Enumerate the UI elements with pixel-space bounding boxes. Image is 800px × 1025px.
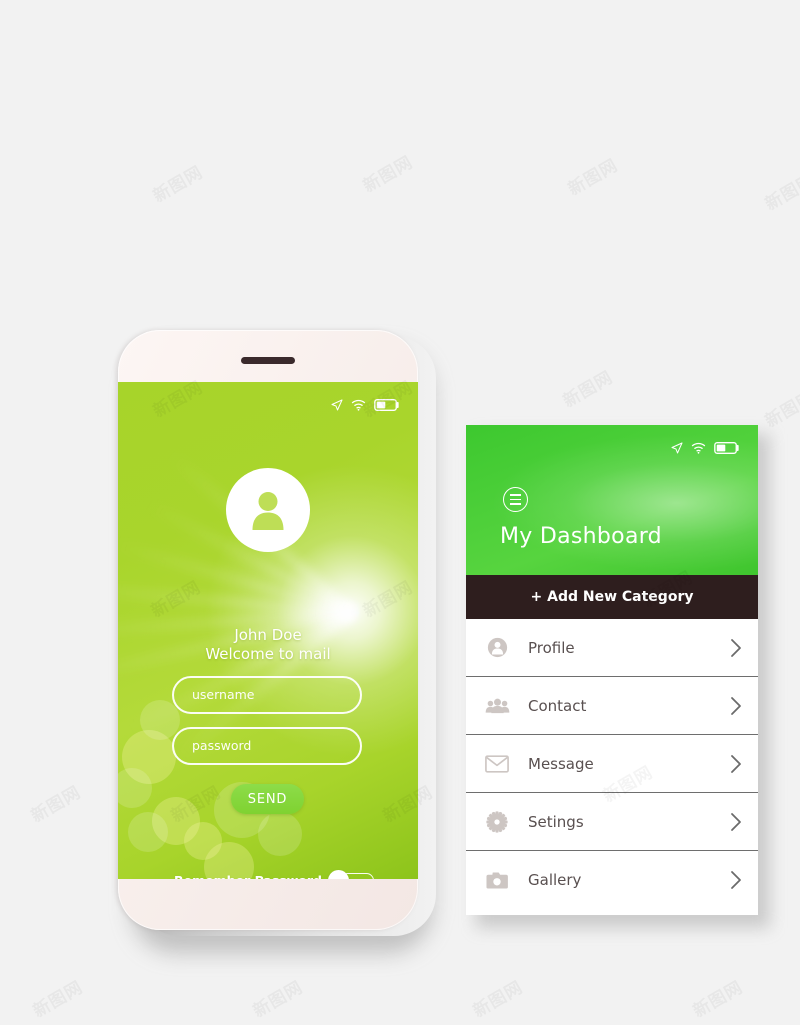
- battery-icon: [374, 396, 400, 415]
- watermark: 新图网: [467, 973, 527, 1022]
- list-item-label: Contact: [528, 696, 587, 715]
- location-arrow-icon: [671, 439, 683, 458]
- list-item-label: Gallery: [528, 871, 582, 889]
- chevron-right-icon: [714, 638, 758, 658]
- location-arrow-icon: [331, 396, 343, 415]
- chevron-right-icon: [714, 812, 758, 832]
- people-group-icon: [466, 697, 528, 715]
- list-item-settings[interactable]: Setings: [466, 793, 758, 851]
- remember-password-toggle[interactable]: [328, 870, 374, 879]
- remember-password-row: Remember Password: [174, 870, 374, 879]
- watermark: 新图网: [557, 363, 617, 412]
- watermark: 新图网: [27, 973, 87, 1022]
- list-item-label: Setings: [528, 812, 584, 831]
- phone-status-bar: [331, 396, 400, 415]
- avatar: [226, 468, 310, 552]
- phone-mockup: John Doe Welcome to mail SEND Remember P…: [118, 330, 438, 955]
- bokeh-circle: [118, 768, 152, 808]
- watermark: 新图网: [357, 148, 417, 197]
- hamburger-menu-icon[interactable]: [503, 487, 528, 512]
- watermark: 新图网: [147, 158, 207, 207]
- battery-icon: [714, 439, 740, 458]
- list-item-message[interactable]: Message: [466, 735, 758, 793]
- chevron-right-icon: [714, 870, 758, 890]
- phone-earpiece: [241, 357, 295, 364]
- toggle-knob: [328, 870, 349, 879]
- list-item-contact[interactable]: Contact: [466, 677, 758, 735]
- chevron-right-icon: [714, 696, 758, 716]
- username-input[interactable]: [172, 676, 362, 714]
- list-item-label: Message: [528, 754, 594, 773]
- dashboard-mockup: My Dashboard + Add New Category Profile: [466, 425, 776, 935]
- hamburger-line: [510, 498, 521, 501]
- phone-body: John Doe Welcome to mail SEND Remember P…: [118, 330, 418, 930]
- login-user-name: John Doe: [234, 626, 302, 644]
- watermark: 新图网: [247, 973, 307, 1022]
- phone-login-screen: John Doe Welcome to mail SEND Remember P…: [118, 382, 418, 879]
- watermark: 新图网: [25, 778, 85, 827]
- watermark: 新图网: [759, 166, 800, 215]
- envelope-icon: [466, 754, 528, 773]
- add-new-category-button[interactable]: + Add New Category: [466, 575, 758, 619]
- watermark: 新图网: [687, 973, 747, 1022]
- wifi-icon: [691, 439, 706, 458]
- password-input[interactable]: [172, 727, 362, 765]
- user-avatar-icon: [252, 492, 284, 530]
- list-item-gallery[interactable]: Gallery: [466, 851, 758, 909]
- camera-icon: [466, 871, 528, 890]
- bokeh-circle: [258, 812, 302, 856]
- user-circle-icon: [466, 637, 528, 658]
- dashboard-status-bar: [671, 439, 740, 458]
- dashboard-header: My Dashboard: [466, 425, 758, 575]
- bokeh-circle: [140, 700, 180, 740]
- list-item-label: Profile: [528, 638, 575, 657]
- gear-icon: [466, 810, 528, 833]
- hamburger-line: [510, 494, 521, 496]
- list-item-profile[interactable]: Profile: [466, 619, 758, 677]
- watermark: 新图网: [562, 151, 622, 200]
- page-title: My Dashboard: [500, 524, 662, 549]
- bokeh-circle: [128, 812, 168, 852]
- chevron-right-icon: [714, 754, 758, 774]
- login-welcome-text: Welcome to mail: [205, 645, 331, 663]
- send-button[interactable]: SEND: [231, 784, 304, 814]
- wifi-icon: [351, 396, 366, 415]
- hamburger-line: [510, 502, 521, 505]
- dashboard-panel: My Dashboard + Add New Category Profile: [466, 425, 758, 915]
- remember-password-label: Remember Password: [174, 873, 322, 879]
